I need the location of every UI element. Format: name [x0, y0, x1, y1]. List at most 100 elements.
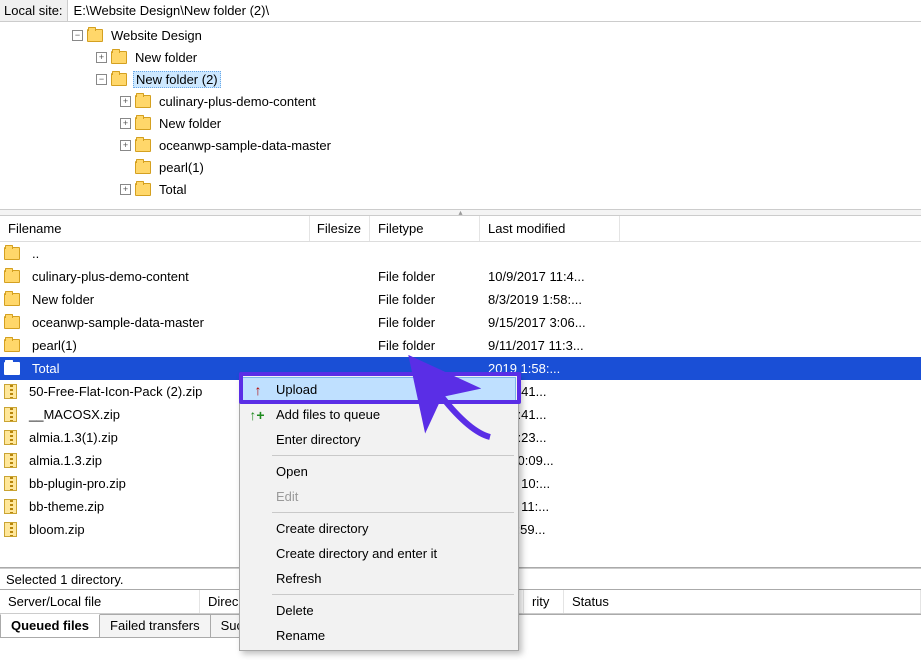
zip-icon — [4, 476, 17, 491]
tree-node[interactable]: pearl(1) — [0, 156, 921, 178]
menu-item-label: Delete — [276, 603, 314, 618]
file-type: File folder — [370, 292, 480, 307]
menu-separator — [272, 594, 514, 595]
folder-tree[interactable]: −Website Design+New folder−New folder (2… — [0, 22, 921, 210]
tab-failed-transfers[interactable]: Failed transfers — [99, 615, 211, 638]
menu-item-delete[interactable]: Delete — [242, 598, 516, 623]
folder-icon — [87, 29, 103, 42]
file-row[interactable]: New folder File folder8/3/2019 1:58:... — [0, 288, 921, 311]
local-site-path-bar: Local site: — [0, 0, 921, 22]
folder-icon — [4, 316, 20, 329]
folder-icon — [111, 51, 127, 64]
menu-item-label: Edit — [276, 489, 298, 504]
tree-node[interactable]: + culinary-plus-demo-content — [0, 90, 921, 112]
file-type: File folder — [370, 315, 480, 330]
menu-item-refresh[interactable]: Refresh — [242, 566, 516, 591]
queue-col-priority[interactable]: rity — [524, 590, 564, 613]
file-modified: 9/15/2017 3:06... — [480, 315, 620, 330]
file-modified: 10/9/2017 11:4... — [480, 269, 620, 284]
menu-item-upload[interactable]: ↑Upload — [242, 377, 516, 402]
tree-node[interactable]: + New folder — [0, 112, 921, 134]
local-site-label: Local site: — [0, 0, 68, 21]
file-modified: 8/3/2019 1:58:... — [480, 292, 620, 307]
folder-icon — [4, 270, 20, 283]
file-name: .. — [24, 246, 310, 261]
tree-node-label: New folder (2) — [133, 71, 221, 88]
folder-icon — [4, 293, 20, 306]
tree-expander-icon[interactable]: − — [96, 74, 107, 85]
tree-expander-icon[interactable]: + — [120, 184, 131, 195]
tree-node[interactable]: − New folder (2) — [0, 68, 921, 90]
folder-icon — [4, 247, 20, 260]
menu-item-label: Add files to queue — [276, 407, 380, 422]
upload-icon-icon: ↑ — [249, 382, 267, 398]
menu-item-create-directory[interactable]: Create directory — [242, 516, 516, 541]
tree-expander-icon[interactable]: + — [120, 96, 131, 107]
column-last-modified[interactable]: Last modified — [480, 216, 620, 241]
file-type: File folder — [370, 338, 480, 353]
zip-icon — [4, 430, 17, 445]
context-menu: ↑Upload ↑+ Add files to queue Enter directo… — [239, 374, 519, 651]
tree-expander-icon[interactable]: − — [72, 30, 83, 41]
menu-item-label: Create directory — [276, 521, 368, 536]
zip-icon — [4, 384, 17, 399]
folder-icon — [4, 339, 20, 352]
menu-item-label: Refresh — [276, 571, 322, 586]
file-name: culinary-plus-demo-content — [24, 269, 310, 284]
folder-icon — [111, 73, 127, 86]
folder-icon — [135, 161, 151, 174]
queue-col-file[interactable]: Server/Local file — [0, 590, 200, 613]
zip-icon — [4, 407, 17, 422]
tree-node-label: oceanwp-sample-data-master — [157, 138, 333, 153]
file-type: File folder — [370, 269, 480, 284]
folder-icon — [135, 95, 151, 108]
tab-queued-files[interactable]: Queued files — [0, 614, 100, 638]
menu-separator — [272, 455, 514, 456]
tree-node[interactable]: − Website Design — [0, 24, 921, 46]
tree-expander-icon — [120, 162, 131, 173]
file-name: oceanwp-sample-data-master — [24, 315, 310, 330]
menu-separator — [272, 512, 514, 513]
menu-item-add-files-to-queue[interactable]: ↑+ Add files to queue — [242, 402, 516, 427]
menu-item-open[interactable]: Open — [242, 459, 516, 484]
queue-icon-icon: ↑+ — [248, 407, 266, 423]
folder-icon — [135, 139, 151, 152]
column-filetype[interactable]: Filetype — [370, 216, 480, 241]
menu-item-label: Create directory and enter it — [276, 546, 437, 561]
queue-col-status[interactable]: Status — [564, 590, 921, 613]
tree-node-label: Total — [157, 182, 188, 197]
menu-item-enter-directory[interactable]: Enter directory — [242, 427, 516, 452]
file-row[interactable]: culinary-plus-demo-content File folder10/… — [0, 265, 921, 288]
tree-node-label: Website Design — [109, 28, 204, 43]
tree-node-label: pearl(1) — [157, 160, 206, 175]
tree-expander-icon[interactable]: + — [120, 140, 131, 151]
tree-node[interactable]: + oceanwp-sample-data-master — [0, 134, 921, 156]
folder-icon — [135, 117, 151, 130]
file-row[interactable]: oceanwp-sample-data-master File folder9/1… — [0, 311, 921, 334]
file-name: New folder — [24, 292, 310, 307]
tree-expander-icon[interactable]: + — [120, 118, 131, 129]
file-list-header: Filename Filesize Filetype Last modified — [0, 216, 921, 242]
zip-icon — [4, 453, 17, 468]
zip-icon — [4, 522, 17, 537]
tree-node[interactable]: + Total — [0, 178, 921, 200]
file-modified: 9/11/2017 11:3... — [480, 338, 620, 353]
file-name: pearl(1) — [24, 338, 310, 353]
tree-node[interactable]: + New folder — [0, 46, 921, 68]
menu-item-label: Enter directory — [276, 432, 361, 447]
file-row[interactable]: pearl(1) File folder9/11/2017 11:3... — [0, 334, 921, 357]
folder-icon — [4, 362, 20, 375]
file-row[interactable]: .. — [0, 242, 921, 265]
menu-item-label: Open — [276, 464, 308, 479]
tree-node-label: New folder — [133, 50, 199, 65]
menu-item-create-directory-and-enter-it[interactable]: Create directory and enter it — [242, 541, 516, 566]
column-filename[interactable]: Filename — [0, 216, 310, 241]
tree-node-label: culinary-plus-demo-content — [157, 94, 318, 109]
tree-node-label: New folder — [157, 116, 223, 131]
column-filesize[interactable]: Filesize — [310, 216, 370, 241]
tree-expander-icon[interactable]: + — [96, 52, 107, 63]
local-site-path-input[interactable] — [68, 0, 921, 21]
menu-item-rename[interactable]: Rename — [242, 623, 516, 648]
menu-item-edit: Edit — [242, 484, 516, 509]
folder-icon — [135, 183, 151, 196]
